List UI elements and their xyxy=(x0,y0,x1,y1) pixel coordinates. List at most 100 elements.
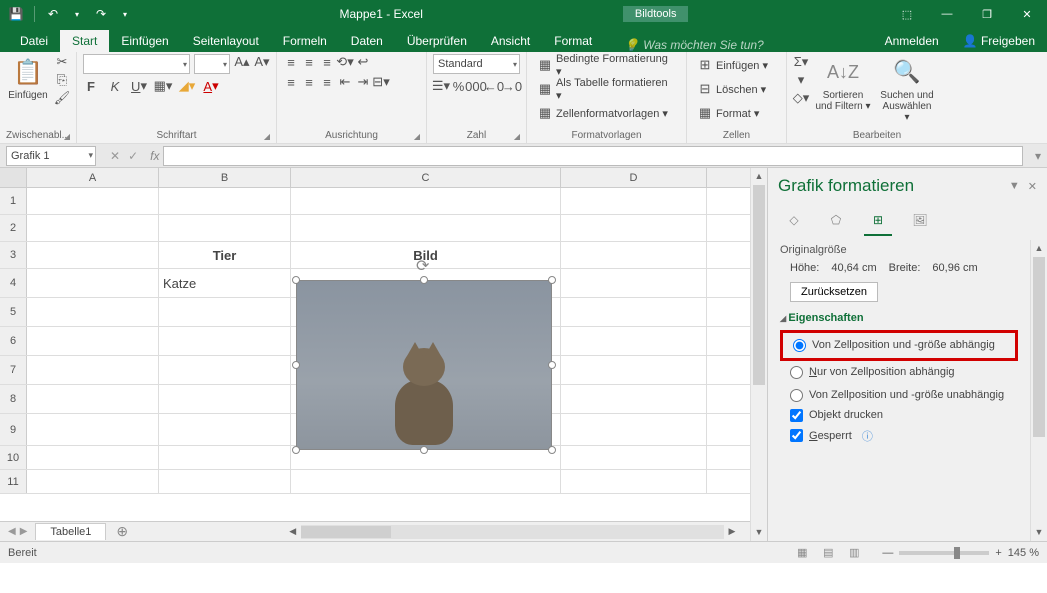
column-header[interactable]: A xyxy=(27,168,159,187)
radio-move-size-with-cells[interactable]: Von Zellposition und -größe abhängig xyxy=(780,330,1018,361)
resize-handle[interactable] xyxy=(292,276,300,284)
picture-tab-icon[interactable]: 🖼 xyxy=(908,208,932,232)
radio-input[interactable] xyxy=(790,389,803,402)
resize-handle[interactable] xyxy=(292,361,300,369)
select-all-corner[interactable] xyxy=(0,168,27,187)
zoom-in-icon[interactable]: + xyxy=(995,547,1001,559)
column-header[interactable]: D xyxy=(561,168,707,187)
resize-handle[interactable] xyxy=(292,446,300,454)
decrease-decimal-icon[interactable]: →0 xyxy=(504,78,520,94)
name-box[interactable]: Grafik 1 xyxy=(6,146,96,166)
checkbox-print-object[interactable]: Objekt drucken xyxy=(780,406,1018,425)
dialog-launcher-icon[interactable]: ◢ xyxy=(514,132,520,141)
row-header[interactable]: 4 xyxy=(0,269,27,297)
row-header[interactable]: 5 xyxy=(0,298,27,326)
checkbox-locked[interactable]: Gesperrt ⓘ xyxy=(780,425,1018,447)
font-size-combo[interactable] xyxy=(194,54,230,74)
increase-font-icon[interactable]: A▴ xyxy=(234,54,250,70)
tab-format[interactable]: Format xyxy=(542,30,604,52)
dialog-launcher-icon[interactable]: ◢ xyxy=(64,132,70,141)
tell-me-search[interactable]: 💡 Was möchten Sie tun? xyxy=(624,38,763,52)
sort-filter-button[interactable]: A↓Z Sortieren und Filtern ▾ xyxy=(813,54,873,114)
tab-insert[interactable]: Einfügen xyxy=(109,30,180,52)
align-middle-icon[interactable]: ≡ xyxy=(301,54,317,70)
sheet-tab[interactable]: Tabelle1 xyxy=(35,523,106,540)
resize-handle[interactable] xyxy=(420,276,428,284)
scroll-down-icon[interactable]: ▼ xyxy=(751,524,767,541)
format-as-table-button[interactable]: ▦Als Tabelle formatieren ▾ xyxy=(533,78,680,100)
paste-button[interactable]: 📋 Einfügen xyxy=(6,54,50,103)
font-name-combo[interactable] xyxy=(83,54,190,74)
italic-icon[interactable]: K xyxy=(107,78,123,94)
effects-tab-icon[interactable]: ⬠ xyxy=(824,208,848,232)
row-header[interactable]: 7 xyxy=(0,356,27,384)
grid-body[interactable]: 1 2 3TierBild 4Katze 5 6 7 8 9 10 11 ⟳ xyxy=(0,188,750,521)
dialog-launcher-icon[interactable]: ◢ xyxy=(414,132,420,141)
cancel-formula-icon[interactable]: ✕ xyxy=(110,149,120,163)
vertical-scrollbar[interactable]: ▲ ▼ xyxy=(750,168,767,541)
row-header[interactable]: 11 xyxy=(0,470,27,493)
picture-cat[interactable] xyxy=(296,280,552,450)
tab-data[interactable]: Daten xyxy=(339,30,395,52)
properties-section-title[interactable]: Eigenschaften xyxy=(780,312,1018,324)
scrollbar-thumb[interactable] xyxy=(301,526,391,538)
increase-indent-icon[interactable]: ⇥ xyxy=(355,74,371,90)
restore-icon[interactable]: ❐ xyxy=(967,0,1007,28)
align-left-icon[interactable]: ≡ xyxy=(283,74,299,90)
fill-icon[interactable]: ▾ xyxy=(793,72,809,88)
zoom-slider[interactable] xyxy=(899,551,989,555)
size-properties-tab-icon[interactable]: ⊞ xyxy=(866,208,890,232)
resize-handle[interactable] xyxy=(548,276,556,284)
radio-move-with-cells[interactable]: Nur von Zellposition abhängig xyxy=(780,361,1018,383)
row-header[interactable]: 1 xyxy=(0,188,27,214)
scroll-right-icon[interactable]: ▶ xyxy=(724,526,740,537)
align-top-icon[interactable]: ≡ xyxy=(283,54,299,70)
share-button[interactable]: 👤 Freigeben xyxy=(951,30,1047,52)
column-header[interactable]: C xyxy=(291,168,561,187)
wrap-text-icon[interactable]: ↩ xyxy=(355,54,371,70)
cell[interactable]: Katze xyxy=(159,269,291,297)
align-right-icon[interactable]: ≡ xyxy=(319,74,335,90)
cell-styles-button[interactable]: ▦Zellenformatvorlagen ▾ xyxy=(533,102,680,124)
checkbox-input[interactable] xyxy=(790,429,803,442)
autosum-icon[interactable]: Σ▾ xyxy=(793,54,809,70)
fill-line-tab-icon[interactable]: ◇ xyxy=(782,208,806,232)
decrease-font-icon[interactable]: A▾ xyxy=(254,54,270,70)
align-center-icon[interactable]: ≡ xyxy=(301,74,317,90)
save-icon[interactable]: 💾 xyxy=(6,4,26,24)
scrollbar-thumb[interactable] xyxy=(1033,257,1045,437)
delete-cells-button[interactable]: ⊟Löschen ▾ xyxy=(693,78,772,100)
pane-options-icon[interactable]: ▼ xyxy=(1009,180,1020,193)
new-sheet-icon[interactable]: ⊕ xyxy=(106,523,138,540)
tab-file[interactable]: Datei xyxy=(8,30,60,52)
checkbox-input[interactable] xyxy=(790,409,803,422)
increase-decimal-icon[interactable]: ←0 xyxy=(486,78,502,94)
tab-page-layout[interactable]: Seitenlayout xyxy=(181,30,271,52)
scroll-down-icon[interactable]: ▼ xyxy=(1031,524,1047,541)
borders-icon[interactable]: ▦▾ xyxy=(155,78,171,94)
cell[interactable]: Tier xyxy=(159,242,291,268)
rotate-handle-icon[interactable]: ⟳ xyxy=(416,256,429,276)
currency-icon[interactable]: ☰▾ xyxy=(433,78,449,94)
sign-in-button[interactable]: Anmelden xyxy=(873,30,951,52)
scrollbar-thumb[interactable] xyxy=(753,185,765,385)
zoom-out-icon[interactable]: — xyxy=(882,547,893,559)
scroll-left-icon[interactable]: ◀ xyxy=(285,526,301,537)
sheet-nav-next-icon[interactable]: ▶ xyxy=(20,526,28,537)
column-header[interactable]: B xyxy=(159,168,291,187)
number-format-combo[interactable]: Standard xyxy=(433,54,520,74)
embedded-picture[interactable]: ⟳ xyxy=(296,280,552,450)
page-break-view-icon[interactable]: ▥ xyxy=(842,544,866,562)
expand-formula-bar-icon[interactable]: ▾ xyxy=(1029,149,1047,163)
undo-icon[interactable]: ↶ xyxy=(43,4,63,24)
page-layout-view-icon[interactable]: ▤ xyxy=(816,544,840,562)
tab-view[interactable]: Ansicht xyxy=(479,30,542,52)
zoom-value[interactable]: 145 % xyxy=(1008,547,1039,559)
tab-home[interactable]: Start xyxy=(60,30,109,52)
conditional-formatting-button[interactable]: ▦Bedingte Formatierung ▾ xyxy=(533,54,680,76)
redo-icon[interactable]: ↷ xyxy=(91,4,111,24)
qat-customize-icon[interactable]: ▾ xyxy=(115,4,135,24)
bold-icon[interactable]: F xyxy=(83,78,99,94)
clear-icon[interactable]: ◇▾ xyxy=(793,90,809,106)
radio-dont-move-size[interactable]: Von Zellposition und -größe unabhängig xyxy=(780,384,1018,406)
